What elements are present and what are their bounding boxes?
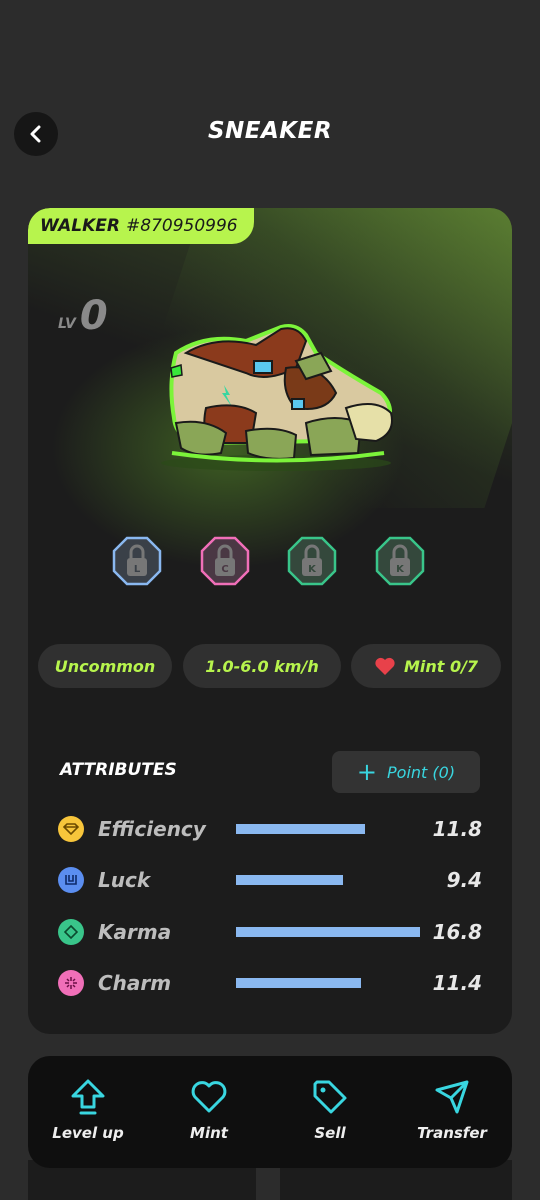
level-value: 0	[79, 293, 108, 339]
attribute-bar	[236, 978, 362, 988]
svg-text:K: K	[308, 564, 317, 575]
sneaker-stats-row: Uncommon 1.0-6.0 km/h Mint 0/7	[36, 644, 506, 688]
sneaker-name-tag: WALKER #870950996	[28, 208, 254, 244]
sell-button[interactable]: Sell	[280, 1078, 380, 1158]
sneaker-card: WALKER #870950996 LV 0 L C K K Uncommon …	[28, 208, 512, 1034]
sneaker-type: WALKER	[40, 216, 121, 236]
attributes-title: ATTRIBUTES	[60, 760, 177, 780]
paper-plane-icon	[435, 1080, 469, 1114]
svg-text:K: K	[396, 564, 405, 575]
attribute-bar-track	[236, 927, 420, 937]
header: SNEAKER	[0, 110, 540, 158]
charm-icon	[58, 970, 84, 996]
sneaker-image	[161, 324, 393, 471]
level-up-button[interactable]: Level up	[38, 1078, 138, 1158]
karma-icon	[58, 919, 84, 945]
add-point-button[interactable]: + Point (0)	[332, 751, 480, 793]
attribute-bar-track	[236, 978, 420, 988]
heart-outline-icon	[191, 1081, 227, 1113]
level-up-label: Level up	[52, 1124, 124, 1142]
heart-icon	[375, 657, 395, 675]
attribute-bar-track	[236, 875, 420, 885]
socket-slots: L C K K	[112, 536, 432, 588]
attribute-row-charm: Charm 11.4	[58, 966, 482, 1000]
level-label: LV	[58, 316, 76, 332]
sneaker-id: #870950996	[126, 216, 238, 236]
lock-slot-charm-icon[interactable]: C	[200, 536, 250, 586]
attribute-name: Charm	[98, 971, 172, 995]
attribute-value: 9.4	[446, 868, 482, 892]
lock-slot-karma-2-icon[interactable]: K	[375, 536, 425, 586]
mint-count-badge: Mint 0/7	[351, 644, 501, 688]
sneaker-showcase: WALKER #870950996 LV 0 L C K K	[28, 208, 512, 648]
rarity-label: Uncommon	[54, 656, 156, 676]
attribute-row-luck: Luck 9.4	[58, 863, 482, 897]
lock-slot-karma-icon[interactable]: K	[287, 536, 337, 586]
mint-button[interactable]: Mint	[159, 1078, 259, 1158]
plus-icon: +	[356, 758, 378, 786]
speed-label: 1.0-6.0 km/h	[205, 656, 319, 676]
point-label: Point (0)	[387, 762, 456, 782]
rarity-badge: Uncommon	[38, 644, 172, 688]
attribute-value: 11.4	[432, 971, 482, 995]
attribute-row-efficiency: Efficiency 11.8	[58, 812, 482, 846]
attribute-name: Efficiency	[98, 817, 206, 841]
attribute-bar	[236, 927, 420, 937]
efficiency-icon	[58, 816, 84, 842]
speed-badge: 1.0-6.0 km/h	[183, 644, 341, 688]
bottom-action-bar: Level up Mint Sell Transfer	[28, 1056, 512, 1168]
luck-icon	[58, 867, 84, 893]
level-indicator: LV 0	[58, 296, 108, 336]
lock-slot-luck-icon[interactable]: L	[112, 536, 162, 586]
price-tag-icon	[313, 1080, 347, 1114]
attribute-value: 11.8	[432, 817, 482, 841]
svg-text:C: C	[221, 564, 228, 575]
page-title: SNEAKER	[207, 118, 333, 144]
transfer-label: Transfer	[417, 1124, 487, 1142]
transfer-button[interactable]: Transfer	[402, 1078, 502, 1158]
attribute-row-karma: Karma 16.8	[58, 915, 482, 949]
attribute-value: 16.8	[432, 920, 482, 944]
level-up-arrow-icon	[71, 1079, 105, 1115]
attribute-name: Luck	[98, 868, 151, 892]
mint-count-label: Mint 0/7	[403, 656, 479, 676]
mint-label: Mint	[190, 1124, 228, 1142]
svg-text:L: L	[134, 564, 141, 575]
attribute-bar-track	[236, 824, 420, 834]
attribute-bar	[236, 824, 365, 834]
attribute-name: Karma	[98, 920, 172, 944]
attribute-bar	[236, 875, 343, 885]
sell-label: Sell	[314, 1124, 346, 1142]
